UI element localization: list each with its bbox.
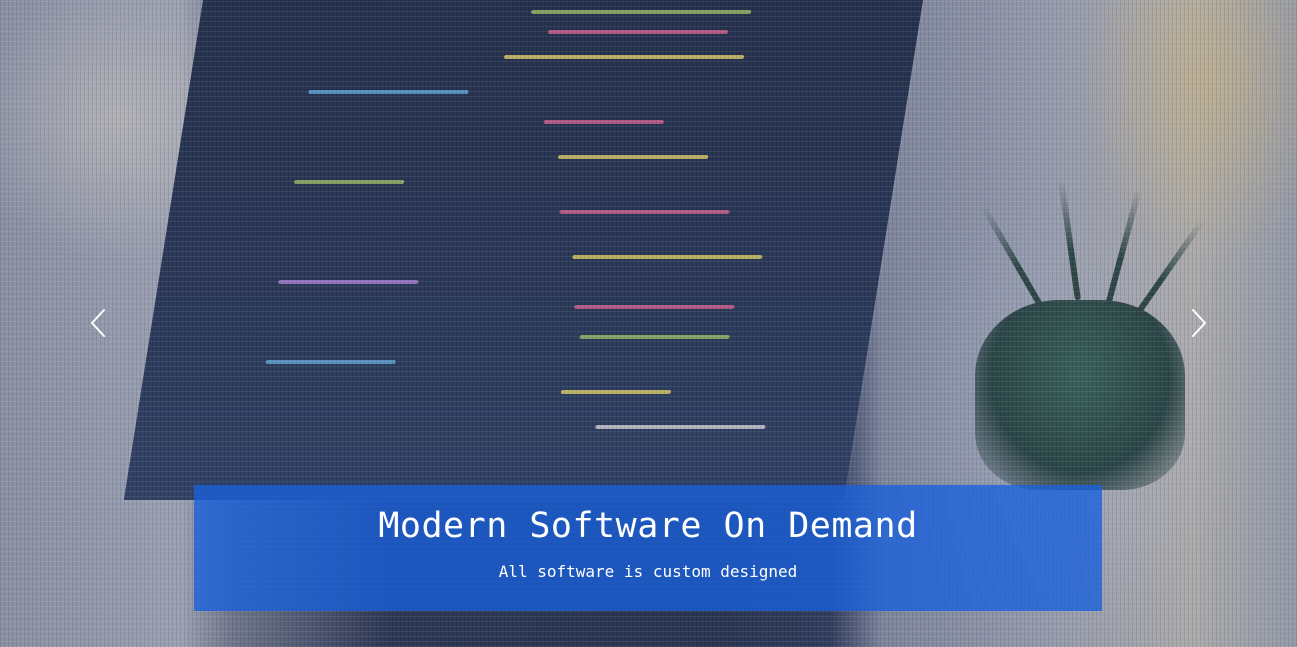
carousel-next-button[interactable] [1179,303,1219,343]
chevron-right-icon [1191,308,1207,338]
slide-subtitle: All software is custom designed [498,562,798,581]
slide-title: Modern Software On Demand [378,506,918,546]
hero-carousel: Modern Software On Demand All software i… [0,0,1297,647]
carousel-prev-button[interactable] [78,303,118,343]
slide-caption: Modern Software On Demand All software i… [194,485,1102,611]
chevron-left-icon [90,308,106,338]
